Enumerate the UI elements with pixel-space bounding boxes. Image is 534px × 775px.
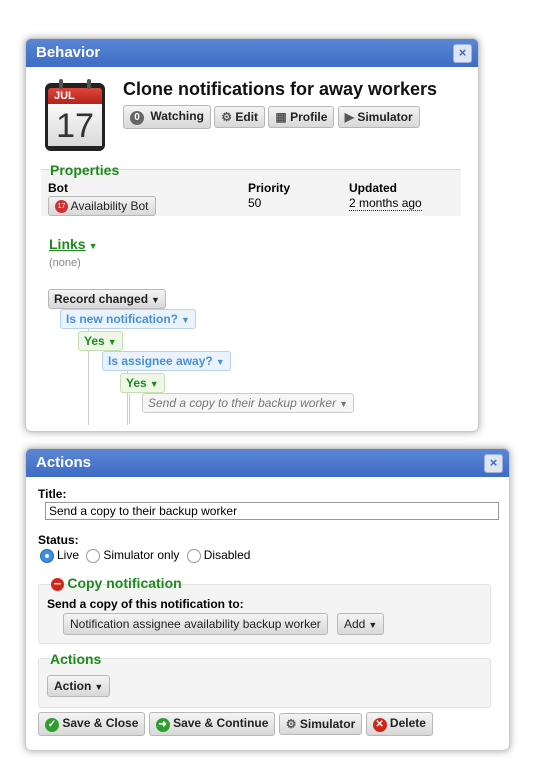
radio-simulator-only[interactable] (86, 548, 101, 563)
chevron-down-icon: ▼ (94, 682, 104, 692)
behavior-panel: Behavior × JUL 17 Clone notifications fo… (25, 38, 479, 432)
links-value: (none) (49, 257, 81, 269)
status-live-option[interactable]: Live (40, 548, 80, 563)
priority-value: 50 (248, 196, 262, 210)
gear-icon: ⚙ (285, 717, 297, 731)
calendar-day: 17 (48, 104, 102, 146)
calendar-month: JUL (48, 88, 102, 104)
bot-label: Bot (48, 181, 68, 195)
action-dropdown-button[interactable]: Action ▼ (47, 675, 111, 697)
delete-icon: ✕ (372, 718, 387, 732)
chevron-down-icon: ▼ (181, 315, 190, 325)
footer-simulator-label: Simulator (299, 717, 356, 731)
updated-value[interactable]: 2 months ago (349, 196, 422, 211)
radio-disabled[interactable] (186, 548, 201, 563)
behavior-close-button[interactable]: × (453, 44, 472, 63)
status-radio-group: Live Simulator only Disabled (40, 548, 250, 563)
yes-node-1[interactable]: Yes ▼ (78, 331, 123, 351)
check-icon: ✓ (45, 718, 59, 732)
copy-target-label: Send a copy of this notification to: (47, 597, 244, 611)
behavior-header: Behavior × (26, 39, 478, 67)
arrow-right-icon: ➜ (155, 718, 170, 732)
status-label: Status: (38, 533, 79, 547)
chevron-down-icon: ▼ (149, 379, 159, 389)
chevron-down-icon: ▼ (215, 357, 225, 367)
status-simulator-label: Simulator only (103, 548, 180, 562)
send-copy-action-label: Send a copy to their backup worker (148, 396, 337, 410)
behavior-header-title: Behavior (36, 44, 101, 61)
properties-legend: Properties (50, 162, 120, 178)
status-live-label: Live (57, 548, 80, 562)
bot-calendar-icon: 17 (55, 200, 68, 214)
chevron-down-icon: ▼ (339, 399, 349, 409)
updated-label: Updated (349, 181, 397, 195)
edit-button[interactable]: ⚙ Edit (214, 106, 266, 128)
save-continue-button[interactable]: ➜ Save & Continue (148, 712, 276, 736)
delete-button[interactable]: ✕ Delete (365, 712, 433, 736)
copy-notification-legend-row: − Copy notification (51, 575, 186, 592)
copy-target-button[interactable]: Notification assignee availability backu… (63, 613, 328, 635)
simulator-label: Simulator (357, 110, 413, 124)
play-icon: ▶ (344, 110, 354, 124)
status-disabled-option[interactable]: Disabled (186, 548, 251, 563)
footer-simulator-button[interactable]: ⚙ Simulator (278, 713, 363, 735)
yes-label-2: Yes (126, 376, 147, 390)
add-button[interactable]: Add ▼ (337, 613, 385, 635)
copy-notification-legend: Copy notification (67, 575, 182, 591)
gear-icon: ⚙ (221, 110, 233, 124)
save-close-button[interactable]: ✓ Save & Close (38, 712, 146, 736)
page-title: Clone notifications for away workers (123, 79, 438, 99)
actions-footer: ✓ Save & Close ➜ Save & Continue ⚙ Simul… (38, 712, 433, 736)
actions-header: Actions × (26, 449, 509, 477)
watching-count-badge: 0 (130, 111, 144, 125)
links-toggle[interactable]: Links ▼ (49, 236, 98, 252)
priority-label: Priority (248, 181, 291, 195)
chevron-down-icon: ▼ (88, 241, 98, 251)
chevron-down-icon: ▼ (107, 337, 117, 347)
send-copy-action-node[interactable]: Send a copy to their backup worker ▼ (142, 393, 355, 413)
title-input[interactable] (45, 502, 499, 520)
is-assignee-away-label: Is assignee away? (108, 354, 213, 368)
bot-value: Availability Bot (70, 199, 149, 213)
actions-close-button[interactable]: × (484, 454, 503, 473)
action-dropdown-label: Action (54, 679, 92, 693)
status-disabled-label: Disabled (203, 548, 251, 562)
chevron-down-icon: ▼ (151, 295, 160, 305)
behavior-toolbar: 0 Watching ⚙ Edit ▦ Profile ▶ Simulator (123, 105, 420, 129)
is-new-notification-node[interactable]: Is new notification? ▼ (60, 309, 196, 329)
yes-label-1: Yes (84, 334, 105, 348)
save-continue-label: Save & Continue (173, 716, 269, 730)
is-assignee-away-node[interactable]: Is assignee away? ▼ (102, 351, 231, 371)
availability-bot-button[interactable]: 17 Availability Bot (48, 196, 156, 217)
record-changed-node[interactable]: Record changed ▼ (48, 289, 166, 309)
tree-connector-3 (129, 394, 130, 424)
simulator-button[interactable]: ▶ Simulator (337, 106, 420, 128)
actions-subsection-legend: Actions (50, 651, 102, 667)
remove-icon[interactable]: − (51, 577, 64, 592)
watching-button[interactable]: 0 Watching (123, 105, 211, 129)
status-simulator-option[interactable]: Simulator only (86, 548, 180, 563)
calendar-small-icon: ▦ (275, 110, 287, 124)
yes-node-2[interactable]: Yes ▼ (120, 373, 165, 393)
record-changed-label: Record changed (54, 292, 149, 306)
actions-panel: Actions × Title: Status: Live Simulator … (25, 448, 510, 751)
title-label: Title: (38, 487, 67, 501)
delete-label: Delete (389, 716, 426, 730)
links-label: Links (49, 236, 86, 252)
radio-live[interactable] (40, 548, 54, 563)
is-new-notification-label: Is new notification? (66, 312, 179, 326)
edit-label: Edit (235, 110, 259, 124)
chevron-down-icon: ▼ (368, 620, 378, 630)
profile-button[interactable]: ▦ Profile (268, 106, 335, 128)
add-label: Add (344, 617, 366, 631)
calendar-icon: JUL 17 (45, 79, 105, 151)
save-close-label: Save & Close (62, 716, 139, 730)
actions-header-title: Actions (36, 454, 92, 471)
watching-label: Watching (150, 109, 204, 123)
profile-label: Profile (290, 110, 328, 124)
